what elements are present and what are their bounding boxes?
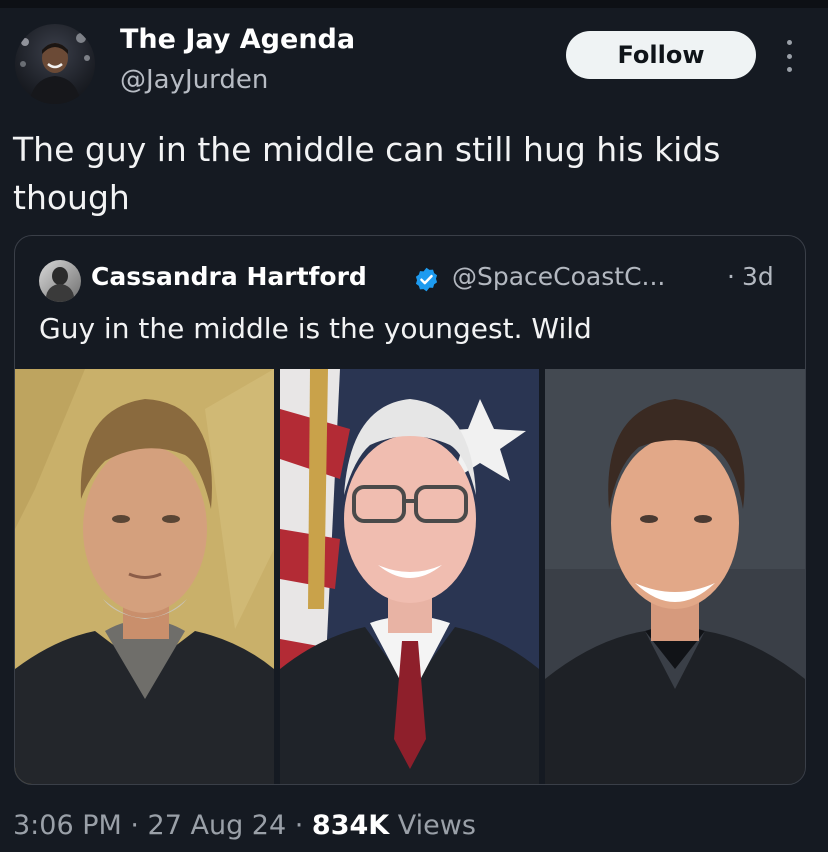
views-label[interactable]: Views — [389, 810, 476, 841]
quoted-timestamp[interactable]: 3d — [742, 262, 774, 291]
footer-separator: · — [121, 810, 148, 841]
photo-collage[interactable] — [15, 369, 805, 784]
views-count[interactable]: 834K — [312, 810, 389, 841]
author-avatar[interactable] — [15, 24, 95, 104]
quoted-author-handle[interactable]: @SpaceCoastC... — [452, 262, 665, 291]
follow-button[interactable]: Follow — [566, 31, 756, 79]
top-edge — [0, 0, 828, 8]
quoted-author-avatar[interactable] — [39, 260, 81, 302]
post-date: 27 Aug 24 — [147, 810, 287, 841]
photo-left[interactable] — [15, 369, 274, 784]
photo-right[interactable] — [545, 369, 805, 784]
author-name[interactable]: The Jay Agenda — [120, 24, 355, 55]
post-time: 3:06 PM — [13, 810, 122, 841]
tweet-footer: 3:06 PM · 27 Aug 24 · 834K Views — [13, 810, 476, 841]
photo-middle[interactable] — [280, 369, 539, 784]
tweet-text: The guy in the middle can still hug his … — [13, 130, 721, 217]
quoted-author-name[interactable]: Cassandra Hartford — [91, 262, 367, 291]
avatar-portrait — [20, 33, 90, 104]
author-handle[interactable]: @JayJurden — [120, 65, 268, 95]
quoted-tweet[interactable]: Cassandra Hartford @SpaceCoastC... · 3d … — [14, 235, 806, 785]
footer-separator: · — [286, 810, 312, 841]
quoted-text: Guy in the middle is the youngest. Wild — [39, 312, 592, 345]
more-options-icon[interactable] — [779, 40, 799, 72]
quoted-separator: · — [727, 262, 735, 291]
verified-badge-icon — [415, 267, 438, 292]
